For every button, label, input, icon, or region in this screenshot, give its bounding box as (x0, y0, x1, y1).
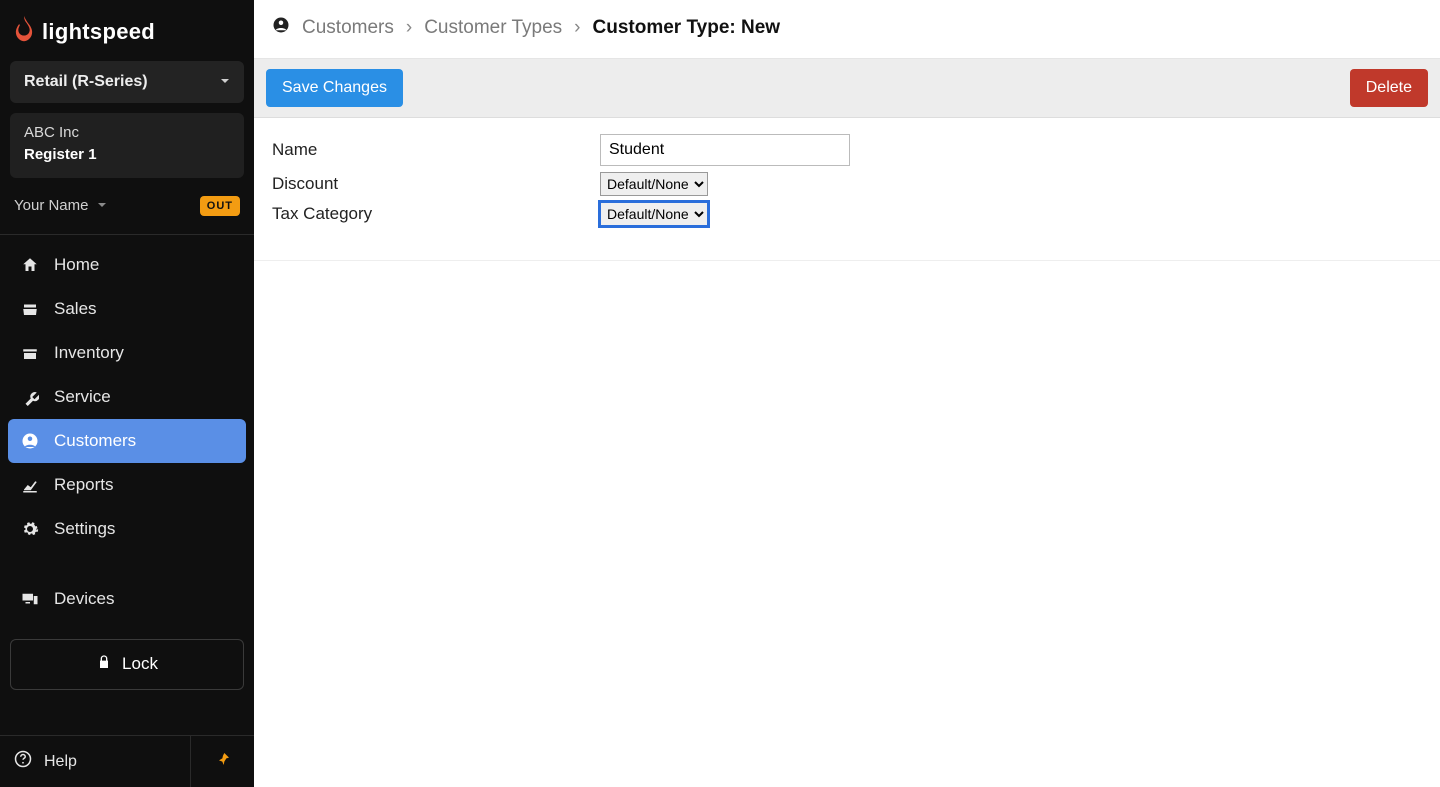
user-circle-icon (20, 432, 40, 450)
user-menu[interactable]: Your Name (14, 197, 107, 214)
sidebar-bottom: Help (0, 735, 254, 787)
pin-button[interactable] (190, 736, 254, 787)
brand-name: lightspeed (42, 19, 155, 45)
nav-label: Settings (54, 519, 115, 539)
product-label: Retail (R-Series) (24, 73, 148, 91)
help-icon (14, 750, 32, 773)
breadcrumb-customer-types[interactable]: Customer Types (424, 17, 562, 39)
nav-label: Service (54, 387, 111, 407)
chevron-right-icon: › (406, 17, 412, 39)
help-button[interactable]: Help (0, 736, 190, 787)
nav-label: Home (54, 255, 99, 275)
register-name: Register 1 (24, 145, 230, 165)
register-icon (20, 300, 40, 318)
nav-service[interactable]: Service (8, 375, 246, 419)
company-name: ABC Inc (24, 123, 230, 143)
primary-nav: Home Sales Inventory Service Customers (0, 235, 254, 629)
save-button[interactable]: Save Changes (266, 69, 403, 107)
nav-label: Devices (54, 589, 114, 609)
user-circle-icon (272, 16, 290, 40)
breadcrumb: Customers › Customer Types › Customer Ty… (254, 0, 1440, 59)
action-bar: Save Changes Delete (254, 59, 1440, 118)
nav-sales[interactable]: Sales (8, 287, 246, 331)
nav-reports[interactable]: Reports (8, 463, 246, 507)
delete-button[interactable]: Delete (1350, 69, 1428, 107)
brand-logo[interactable]: lightspeed (0, 0, 254, 61)
name-label: Name (272, 140, 600, 160)
breadcrumb-customers[interactable]: Customers (302, 17, 394, 39)
nav-label: Sales (54, 299, 97, 319)
chevron-down-icon (220, 73, 230, 91)
chevron-right-icon: › (574, 17, 580, 39)
discount-label: Discount (272, 174, 600, 194)
discount-select[interactable]: Default/None (600, 172, 708, 196)
devices-icon (20, 590, 40, 608)
flame-icon (14, 16, 34, 47)
nav-devices[interactable]: Devices (8, 577, 246, 621)
chart-icon (20, 476, 40, 494)
pin-icon (215, 751, 231, 772)
nav-label: Reports (54, 475, 114, 495)
form: Name Discount Default/None Tax Category … (254, 118, 1440, 261)
tax-category-select[interactable]: Default/None (600, 202, 708, 226)
nav-label: Customers (54, 431, 136, 451)
caret-down-icon (97, 197, 107, 214)
box-icon (20, 344, 40, 362)
lock-label: Lock (122, 654, 158, 674)
gear-icon (20, 520, 40, 538)
sidebar: lightspeed Retail (R-Series) ABC Inc Reg… (0, 0, 254, 787)
main-content: Customers › Customer Types › Customer Ty… (254, 0, 1440, 787)
company-box[interactable]: ABC Inc Register 1 (10, 113, 244, 178)
out-badge[interactable]: OUT (200, 196, 240, 216)
nav-customers[interactable]: Customers (8, 419, 246, 463)
lock-button[interactable]: Lock (10, 639, 244, 690)
home-icon (20, 256, 40, 274)
name-input[interactable] (600, 134, 850, 166)
nav-label: Inventory (54, 343, 124, 363)
nav-inventory[interactable]: Inventory (8, 331, 246, 375)
product-selector[interactable]: Retail (R-Series) (10, 61, 244, 103)
user-name: Your Name (14, 197, 89, 214)
lock-icon (96, 654, 112, 675)
nav-home[interactable]: Home (8, 243, 246, 287)
wrench-icon (20, 388, 40, 406)
nav-settings[interactable]: Settings (8, 507, 246, 551)
tax-category-label: Tax Category (272, 204, 600, 224)
help-label: Help (44, 753, 77, 771)
breadcrumb-current: Customer Type: New (593, 17, 781, 39)
